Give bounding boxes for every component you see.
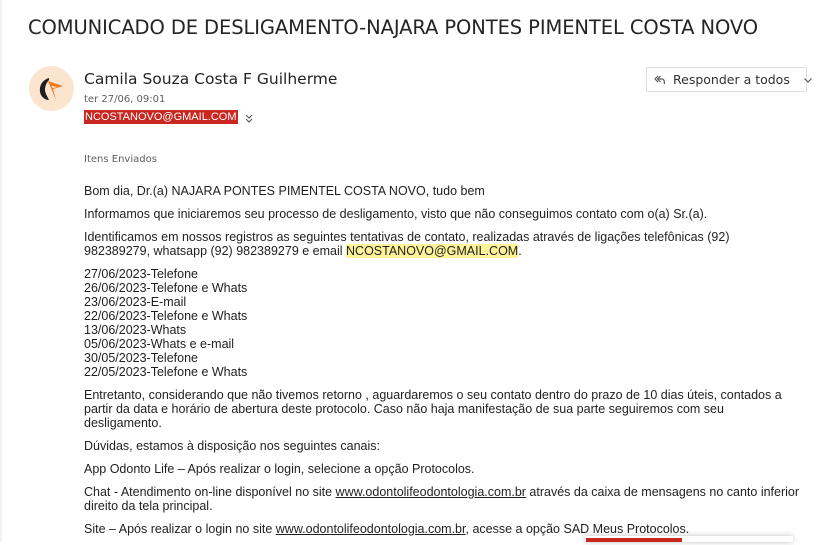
app-channel: App Odonto Life – Após realizar o login,… <box>84 462 475 476</box>
sender-avatar[interactable] <box>29 66 74 111</box>
reply-all-button[interactable]: Responder a todos <box>646 67 812 92</box>
attempts-line-1: Identificamos em nossos registros as seg… <box>84 230 730 244</box>
chat-channel: Chat - Atendimento on-line disponível no… <box>84 485 809 513</box>
chevron-down-icon[interactable] <box>802 74 814 86</box>
site-link[interactable]: www.odontolifeodontologia.com.br <box>276 522 466 536</box>
list-item: 30/05/2023-Telefone <box>84 351 198 365</box>
chat-suffix-2: direito da tela principal. <box>84 499 213 513</box>
attempts-paragraph: Identificamos em nossos registros as seg… <box>84 230 809 258</box>
site-prefix: Site – Após realizar o login no site <box>84 522 276 536</box>
odontolife-logo-icon <box>39 78 63 100</box>
attempts-line-end: . <box>518 244 522 258</box>
notice-line-2: partir da data e horário de abertura des… <box>84 402 724 416</box>
list-item: 27/06/2023-Telefone <box>84 267 198 281</box>
reply-all-icon <box>652 73 666 87</box>
notice-line-1: Entretanto, considerando que não tivemos… <box>84 388 782 402</box>
email-subject: COMUNICADO DE DESLIGAMENTO-NAJARA PONTES… <box>28 16 759 39</box>
highlighted-email[interactable]: NCOSTANOVO@GMAIL.COM <box>346 244 519 258</box>
intro-paragraph: Informamos que iniciaremos seu processo … <box>84 207 708 221</box>
notice-paragraph: Entretanto, considerando que não tivemos… <box>84 388 809 430</box>
channels-intro: Dúvidas, estamos à disposição nos seguin… <box>84 439 380 453</box>
email-body: Bom dia, Dr.(a) NAJARA PONTES PIMENTEL C… <box>84 184 809 545</box>
reply-all-label: Responder a todos <box>673 72 790 87</box>
list-item: 23/06/2023-E-mail <box>84 295 187 309</box>
list-item: 26/06/2023-Telefone e Whats <box>84 281 248 295</box>
popup-red-bar <box>586 538 682 542</box>
greeting: Bom dia, Dr.(a) NAJARA PONTES PIMENTEL C… <box>84 184 485 198</box>
contact-attempts-list: 27/06/2023-Telefone 26/06/2023-Telefone … <box>84 267 809 379</box>
list-item: 22/05/2023-Telefone e Whats <box>84 365 248 379</box>
double-chevron-down-icon[interactable] <box>244 111 254 123</box>
site-channel: Site – Após realizar o login no site www… <box>84 522 809 536</box>
sent-date: ter 27/06, 09:01 <box>84 94 166 105</box>
left-pane-edge <box>0 0 2 542</box>
notice-line-3: desligamento. <box>84 416 162 430</box>
sender-name: Camila Souza Costa F Guilherme <box>84 70 338 88</box>
chat-suffix-1: através da caixa de mensagens no canto i… <box>525 485 800 499</box>
chat-site-link[interactable]: www.odontolifeodontologia.com.br <box>336 485 526 499</box>
list-item: 13/06/2023-Whats <box>84 323 187 337</box>
attempts-line-2: 982389279, whatsapp (92) 982389279 e ema… <box>84 244 347 258</box>
recipient-row: NCOSTANOVO@GMAIL.COM <box>84 109 254 125</box>
list-item: 22/06/2023-Telefone e Whats <box>84 309 248 323</box>
list-item: 05/06/2023-Whats e e-mail <box>84 337 235 351</box>
chat-prefix: Chat - Atendimento on-line disponível no… <box>84 485 336 499</box>
site-suffix: , acesse a opção SAD Meus Protocolos. <box>465 522 690 536</box>
recipient-email[interactable]: NCOSTANOVO@GMAIL.COM <box>84 110 238 124</box>
folder-label: Itens Enviados <box>84 154 157 165</box>
